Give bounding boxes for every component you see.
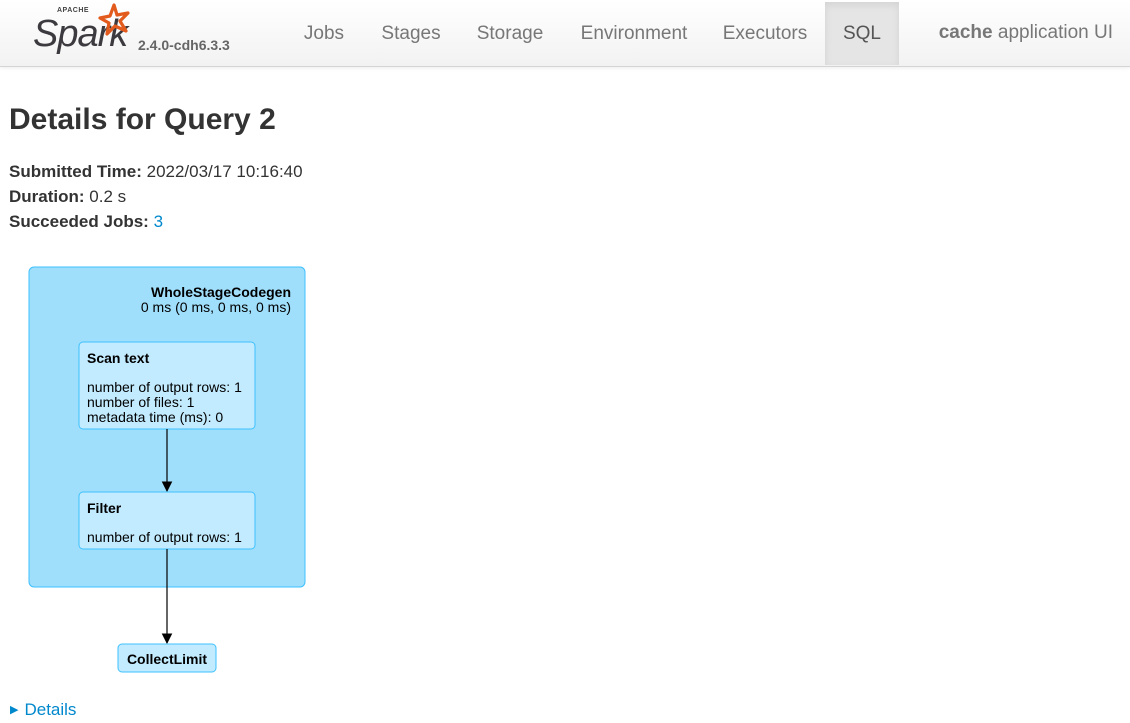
nav-tab-sql[interactable]: SQL <box>825 2 899 65</box>
submitted-time-label: Submitted Time: <box>9 162 142 181</box>
page-title: Details for Query 2 <box>9 103 276 136</box>
top-navbar: APACHE Spark 2.4.0-cdh6.3.3 Jobs Stages … <box>0 0 1130 67</box>
filter-node-name: Filter <box>87 500 122 516</box>
nav-tab-executors[interactable]: Executors <box>712 2 818 65</box>
application-suffix: application UI <box>997 22 1113 43</box>
application-title: cache application UI <box>939 0 1113 65</box>
nav-tab-jobs[interactable]: Jobs <box>290 2 358 65</box>
nav-tab-environment[interactable]: Environment <box>568 2 700 65</box>
plan-graph-svg: WholeStageCodegen 0 ms (0 ms, 0 ms, 0 ms… <box>28 266 306 673</box>
details-link-label: Details <box>24 700 77 719</box>
filter-node[interactable]: Filter number of output rows: 1 <box>78 491 256 550</box>
spark-star-icon <box>98 3 130 36</box>
submitted-time-row: Submitted Time: 2022/03/17 10:16:40 <box>9 162 303 182</box>
scan-text-metric-metadata-time: metadata time (ms): 0 <box>87 409 223 425</box>
spark-version: 2.4.0-cdh6.3.3 <box>138 37 230 53</box>
application-name: cache <box>938 22 993 43</box>
filter-metric-rows: number of output rows: 1 <box>87 529 242 545</box>
collapsed-arrow-icon: ▶ <box>10 704 19 716</box>
scan-text-metric-rows: number of output rows: 1 <box>87 379 242 395</box>
details-toggle[interactable]: ▶ Details <box>10 700 76 720</box>
spark-logo[interactable]: APACHE Spark <box>33 3 143 63</box>
duration-value: 0.2 s <box>89 187 127 206</box>
cluster-metrics: 0 ms (0 ms, 0 ms, 0 ms) <box>141 299 291 315</box>
duration-label: Duration: <box>9 187 85 206</box>
scan-text-metric-files: number of files: 1 <box>87 394 195 410</box>
succeeded-jobs-link[interactable]: 3 <box>154 212 163 231</box>
succeeded-jobs-label: Succeeded Jobs: <box>9 212 149 231</box>
nav-tab-storage[interactable]: Storage <box>465 2 555 65</box>
nav-tab-stages[interactable]: Stages <box>370 2 452 65</box>
collectlimit-node[interactable]: CollectLimit <box>117 643 217 673</box>
duration-row: Duration: 0.2 s <box>9 187 126 207</box>
submitted-time-value: 2022/03/17 10:16:40 <box>146 162 303 181</box>
succeeded-jobs-row: Succeeded Jobs: 3 <box>9 212 163 232</box>
query-plan-graph: WholeStageCodegen 0 ms (0 ms, 0 ms, 0 ms… <box>0 250 330 695</box>
cluster-name: WholeStageCodegen <box>151 284 291 300</box>
scan-text-node-name: Scan text <box>87 350 150 366</box>
scan-text-node[interactable]: Scan text number of output rows: 1 numbe… <box>78 341 256 430</box>
collectlimit-node-name: CollectLimit <box>127 651 207 667</box>
